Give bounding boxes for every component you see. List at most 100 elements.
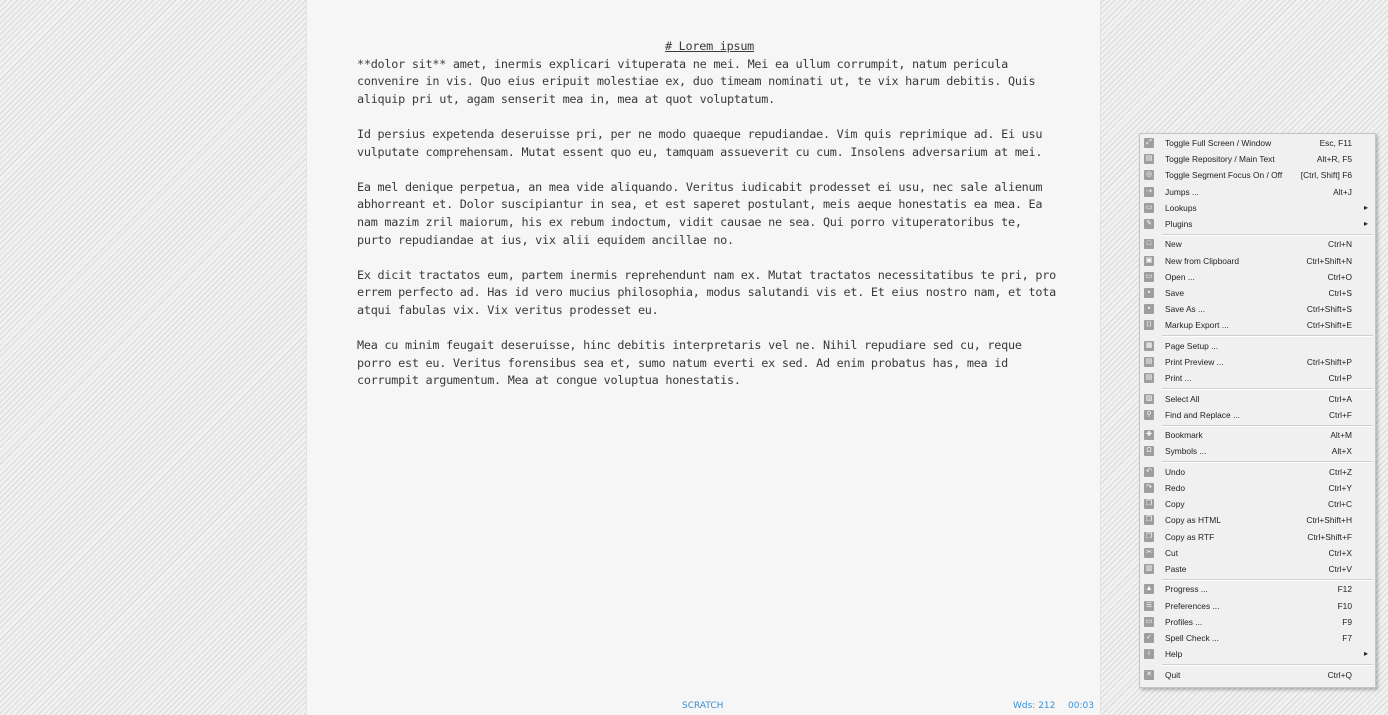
menu-item-shortcut: Ctrl+V (1328, 564, 1352, 574)
repository-icon: ▤ (1144, 154, 1154, 165)
menu-item-undo[interactable]: ↶ Undo Ctrl+Z (1140, 464, 1375, 480)
menu-item-label: Select All (1165, 393, 1200, 404)
paragraph: Ea mel denique perpetua, an mea vide ali… (357, 179, 1043, 247)
menu-item-label: Symbols ... (1165, 446, 1207, 457)
menu-item-copy-rtf[interactable]: ❐ Copy as RTF Ctrl+Shift+F (1140, 529, 1375, 545)
menu-item-select-all[interactable]: ▨ Select All Ctrl+A (1140, 391, 1375, 407)
menu-item-jumps[interactable]: ⇢ Jumps ... Alt+J (1140, 184, 1375, 200)
copy-html-icon: ❐ (1144, 515, 1154, 526)
copy-rtf-icon: ❐ (1144, 531, 1154, 542)
menu-item-label: New from Clipboard (1165, 255, 1240, 266)
redo-icon: ↷ (1144, 483, 1154, 493)
menu-item-cut[interactable]: ✂ Cut Ctrl+X (1140, 545, 1375, 561)
spell-check-icon: ✓ (1144, 633, 1154, 643)
menu-item-segment-focus[interactable]: ◎ Toggle Segment Focus On / Off [Ctrl, Shi… (1140, 167, 1375, 183)
menu-item-label: Progress ... (1165, 584, 1208, 595)
menu-item-preferences[interactable]: ☰ Preferences ... F10 (1140, 598, 1375, 614)
session-timer: 00:03 (1068, 701, 1094, 711)
menu-item-shortcut: F12 (1337, 584, 1352, 595)
jumps-icon: ⇢ (1144, 186, 1154, 197)
menu-item-spell-check[interactable]: ✓ Spell Check ... F7 (1140, 630, 1375, 646)
menu-item-copy-html[interactable]: ❐ Copy as HTML Ctrl+Shift+H (1140, 512, 1375, 528)
menu-item-label: Toggle Segment Focus On / Off (1165, 170, 1283, 181)
menu-item-label: Copy as HTML (1165, 515, 1221, 526)
menu-item-page-setup[interactable]: ▦ Page Setup ... (1140, 338, 1375, 354)
menu-item-shortcut: Alt+M (1330, 430, 1352, 441)
menu-item-shortcut: Ctrl+Shift+N (1306, 255, 1352, 266)
preferences-icon: ☰ (1144, 600, 1154, 611)
menu-item-label: Markup Export ... (1165, 320, 1229, 331)
print-preview-icon: ▤ (1144, 357, 1154, 367)
menu-item-shortcut: Ctrl+S (1328, 288, 1352, 298)
help-icon: i (1144, 649, 1154, 660)
menu-item-label: Jumps ... (1165, 186, 1199, 197)
menu-item-shortcut: Ctrl+C (1328, 499, 1352, 510)
menu-item-label: Print ... (1165, 373, 1192, 384)
profiles-icon: ▭ (1144, 616, 1154, 627)
save-as-icon: ▪ (1144, 304, 1154, 315)
menu-item-label: Undo (1165, 466, 1186, 477)
menu-item-save[interactable]: ▪ Save Ctrl+S (1140, 285, 1375, 301)
menu-item-paste[interactable]: ▥ Paste Ctrl+V (1140, 561, 1375, 577)
menu-separator (1162, 461, 1373, 464)
menu-item-shortcut: Alt+J (1333, 186, 1352, 197)
plugins-icon: ✎ (1144, 219, 1154, 229)
menu-item-save-as[interactable]: ▪ Save As ... Ctrl+Shift+S (1140, 301, 1375, 317)
menu-item-shortcut: Alt+X (1331, 446, 1352, 457)
undo-icon: ↶ (1144, 466, 1154, 477)
editor-page[interactable]: # Lorem ipsum **dolor sit** amet, inermi… (306, 0, 1101, 715)
menu-item-shortcut: Ctrl+Q (1327, 669, 1352, 680)
menu-item-shortcut: Ctrl+P (1328, 373, 1352, 384)
menu-item-copy[interactable]: ❐ Copy Ctrl+C (1140, 496, 1375, 512)
menu-item-shortcut: [Ctrl, Shift] F6 (1300, 170, 1352, 181)
menu-item-label: Toggle Repository / Main Text (1165, 154, 1275, 165)
bookmark-icon: ✚ (1144, 430, 1154, 441)
menu-item-repository[interactable]: ▤ Toggle Repository / Main Text Alt+R, F5 (1140, 151, 1375, 167)
paste-icon: ▥ (1144, 564, 1154, 574)
menu-separator (1162, 387, 1373, 390)
menu-item-label: Spell Check ... (1165, 633, 1219, 643)
menu-item-label: Cut (1165, 547, 1179, 558)
menu-item-find-replace[interactable]: ⚲ Find and Replace ... Ctrl+F (1140, 407, 1375, 423)
menu-item-markup-export[interactable]: ⟨⟩ Markup Export ... Ctrl+Shift+E (1140, 317, 1375, 333)
menu-item-fullscreen[interactable]: ⤢ Toggle Full Screen / Window Esc, F11 (1140, 135, 1375, 151)
menu-item-print[interactable]: ▤ Print ... Ctrl+P (1140, 370, 1375, 386)
menu-item-label: Open ... (1165, 271, 1195, 282)
new-from-clipboard-icon: ▣ (1144, 255, 1154, 266)
segment-focus-icon: ◎ (1144, 170, 1154, 181)
menu-item-quit[interactable]: ✕ Quit Ctrl+Q (1140, 667, 1375, 683)
page-setup-icon: ▦ (1144, 340, 1154, 351)
menu-item-label: Lookups (1165, 202, 1197, 213)
find-replace-icon: ⚲ (1144, 409, 1154, 420)
menu-item-open[interactable]: ▭ Open ... Ctrl+O (1140, 269, 1375, 285)
menu-item-shortcut: Ctrl+O (1327, 271, 1352, 282)
menu-item-print-preview[interactable]: ▤ Print Preview ... Ctrl+Shift+P (1140, 354, 1375, 370)
menu-item-shortcut: Ctrl+Shift+E (1306, 320, 1352, 331)
menu-item-profiles[interactable]: ▭ Profiles ... F9 (1140, 614, 1375, 630)
menu-separator (1162, 335, 1373, 338)
menu-item-label: Bookmark (1165, 430, 1203, 441)
menu-item-new-from-clipboard[interactable]: ▣ New from Clipboard Ctrl+Shift+N (1140, 253, 1375, 269)
menu-item-shortcut: Ctrl+X (1328, 547, 1352, 558)
menu-item-label: Find and Replace ... (1165, 409, 1240, 420)
menu-item-label: Save (1165, 288, 1185, 298)
menu-item-label: Toggle Full Screen / Window (1165, 138, 1272, 148)
menu-item-label: Plugins (1165, 219, 1193, 229)
menu-item-label: Copy (1165, 499, 1185, 510)
menu-item-label: Quit (1165, 669, 1181, 680)
new-document-icon: □ (1144, 239, 1154, 250)
menu-item-bookmark[interactable]: ✚ Bookmark Alt+M (1140, 427, 1375, 443)
menu-item-redo[interactable]: ↷ Redo Ctrl+Y (1140, 480, 1375, 496)
menu-item-label: Page Setup ... (1165, 340, 1219, 351)
menu-item-help[interactable]: i Help ▸ (1140, 646, 1375, 662)
fullscreen-icon: ⤢ (1144, 138, 1154, 148)
menu-item-label: New (1165, 239, 1182, 250)
menu-item-progress[interactable]: ▲ Progress ... F12 (1140, 581, 1375, 597)
menu-item-shortcut: Ctrl+Shift+F (1307, 531, 1352, 542)
text-editor[interactable]: # Lorem ipsum **dolor sit** amet, inermi… (357, 38, 1062, 407)
menu-item-shortcut: Ctrl+Z (1328, 466, 1352, 477)
menu-item-plugins[interactable]: ✎ Plugins ▸ (1140, 216, 1375, 232)
menu-item-new-document[interactable]: □ New Ctrl+N (1140, 236, 1375, 252)
menu-item-lookups[interactable]: ▭ Lookups ▸ (1140, 200, 1375, 216)
menu-item-symbols[interactable]: Ω Symbols ... Alt+X (1140, 443, 1375, 459)
